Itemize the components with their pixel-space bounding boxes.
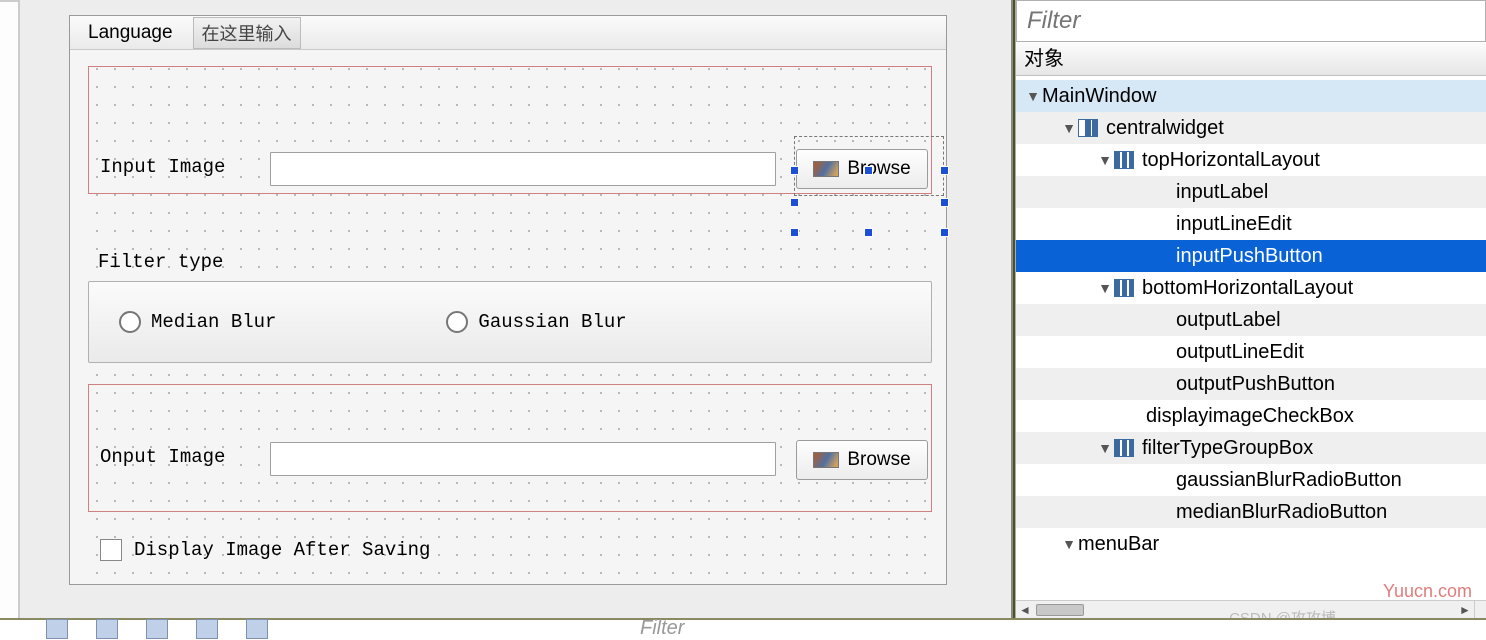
- hlayout-icon: [1114, 151, 1134, 169]
- menu-bar[interactable]: Language 在这里输入: [70, 16, 946, 50]
- taskbar-icon[interactable]: [146, 619, 168, 639]
- tree-row-outputLineEdit[interactable]: outputLineEdit: [1016, 336, 1486, 368]
- taskbar: Filter: [0, 618, 1486, 640]
- object-inspector[interactable]: 对象 ▼ MainWindow ▼ centralwidget ▼ topHor…: [1015, 0, 1486, 618]
- taskbar-icon[interactable]: [46, 619, 68, 639]
- radio-icon: [119, 311, 141, 333]
- scroll-left-icon[interactable]: ◄: [1016, 602, 1034, 618]
- tree-row-topHorizontalLayout[interactable]: ▼ topHorizontalLayout: [1016, 144, 1486, 176]
- menu-language[interactable]: Language: [88, 22, 173, 44]
- tree-row-menuBar[interactable]: ▼ menuBar: [1016, 528, 1486, 560]
- checkbox-icon: [100, 539, 122, 561]
- filter-type-groupbox[interactable]: Median Blur Gaussian Blur: [88, 281, 932, 363]
- main-window-form[interactable]: Language 在这里输入 Input Image Browse: [69, 15, 947, 585]
- output-label: Onput Image: [100, 446, 225, 468]
- tree-row-medianBlurRadioButton[interactable]: medianBlurRadioButton: [1016, 496, 1486, 528]
- display-image-checkbox[interactable]: Display Image After Saving: [100, 539, 430, 561]
- object-tree[interactable]: ▼ MainWindow ▼ centralwidget ▼ topHorizo…: [1016, 80, 1486, 600]
- expander-icon[interactable]: ▼: [1096, 280, 1114, 296]
- menu-type-here[interactable]: 在这里输入: [193, 17, 301, 49]
- widget-icon: [1078, 119, 1098, 137]
- expander-icon[interactable]: ▼: [1024, 88, 1042, 104]
- left-gutter: [0, 0, 20, 618]
- gaussian-blur-radio[interactable]: Gaussian Blur: [446, 311, 626, 333]
- tree-row-inputLineEdit[interactable]: inputLineEdit: [1016, 208, 1486, 240]
- tree-row-gaussianBlurRadioButton[interactable]: gaussianBlurRadioButton: [1016, 464, 1486, 496]
- input-line-edit[interactable]: [270, 152, 776, 186]
- column-header-object[interactable]: 对象: [1016, 42, 1486, 76]
- median-blur-radio[interactable]: Median Blur: [119, 311, 276, 333]
- tree-row-inputLabel[interactable]: inputLabel: [1016, 176, 1486, 208]
- tree-row-outputLabel[interactable]: outputLabel: [1016, 304, 1486, 336]
- bottom-filter-text: Filter: [640, 617, 684, 640]
- hlayout-icon: [1114, 279, 1134, 297]
- tree-row-inputPushButton[interactable]: inputPushButton: [1016, 240, 1486, 272]
- tree-row-displayimageCheckBox[interactable]: displayimageCheckBox: [1016, 400, 1486, 432]
- scroll-thumb[interactable]: [1036, 604, 1084, 616]
- image-icon: [813, 452, 839, 468]
- tree-row-mainwindow[interactable]: ▼ MainWindow: [1016, 80, 1486, 112]
- taskbar-icon[interactable]: [96, 619, 118, 639]
- display-image-label: Display Image After Saving: [134, 539, 430, 561]
- expander-icon[interactable]: ▼: [1060, 536, 1078, 552]
- tree-row-filterTypeGroupBox[interactable]: ▼ filterTypeGroupBox: [1016, 432, 1486, 464]
- output-push-button[interactable]: Browse: [796, 440, 928, 480]
- filter-input[interactable]: [1016, 0, 1486, 42]
- taskbar-icon[interactable]: [196, 619, 218, 639]
- tree-row-bottomHorizontalLayout[interactable]: ▼ bottomHorizontalLayout: [1016, 272, 1486, 304]
- median-blur-label: Median Blur: [151, 311, 276, 333]
- tree-row-centralwidget[interactable]: ▼ centralwidget: [1016, 112, 1486, 144]
- tree-row-outputPushButton[interactable]: outputPushButton: [1016, 368, 1486, 400]
- expander-icon[interactable]: ▼: [1096, 440, 1114, 456]
- hlayout-icon: [1114, 439, 1134, 457]
- app-frame: Language 在这里输入 Input Image Browse: [0, 0, 1486, 640]
- gaussian-blur-label: Gaussian Blur: [478, 311, 626, 333]
- expander-icon[interactable]: ▼: [1060, 120, 1078, 136]
- radio-icon: [446, 311, 468, 333]
- browse-label: Browse: [847, 449, 910, 471]
- taskbar-icon[interactable]: [246, 619, 268, 639]
- watermark: Yuucn.com: [1383, 581, 1472, 602]
- designer-canvas[interactable]: Language 在这里输入 Input Image Browse: [20, 0, 1013, 618]
- input-label: Input Image: [100, 156, 225, 178]
- scroll-right-icon[interactable]: ►: [1456, 602, 1474, 618]
- filter-type-label: Filter type: [98, 251, 223, 273]
- output-line-edit[interactable]: [270, 442, 776, 476]
- selection-outline: [794, 136, 944, 196]
- expander-icon[interactable]: ▼: [1096, 152, 1114, 168]
- scroll-corner: [1474, 600, 1486, 618]
- taskbar-icons: [46, 618, 268, 640]
